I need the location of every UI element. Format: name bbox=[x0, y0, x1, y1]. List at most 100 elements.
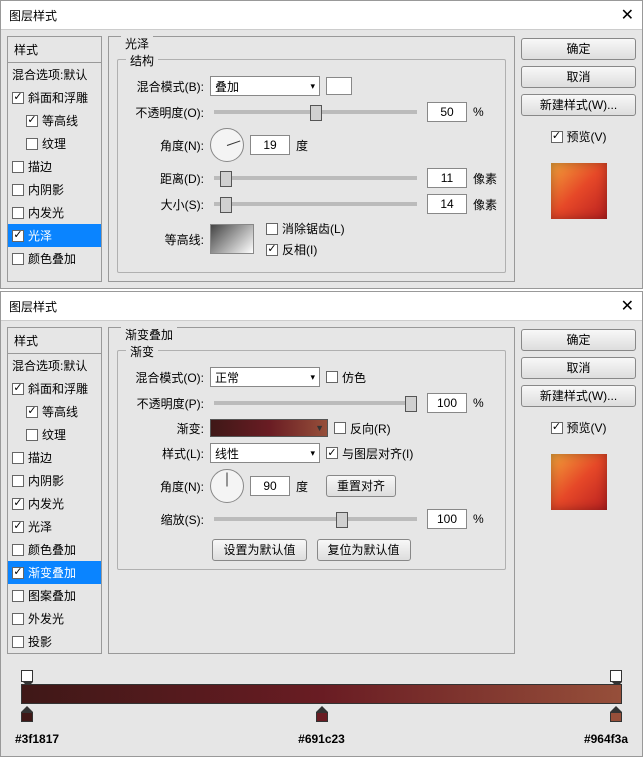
distance-label: 距离(D): bbox=[126, 170, 204, 187]
sidebar-item[interactable]: 渐变叠加 bbox=[8, 561, 101, 584]
sidebar-item[interactable]: 颜色叠加 bbox=[8, 247, 101, 270]
cancel-button[interactable]: 取消 bbox=[521, 357, 636, 379]
sidebar-item-label: 纹理 bbox=[42, 426, 66, 443]
right-panel: 确定 取消 新建样式(W)... 预览(V) bbox=[521, 36, 636, 282]
gradient-label: 渐变: bbox=[126, 420, 204, 437]
distance-input[interactable]: 11 bbox=[427, 168, 467, 188]
sidebar-item[interactable]: 纹理 bbox=[8, 423, 101, 446]
checkbox-icon bbox=[12, 636, 24, 648]
scale-input[interactable]: 100 bbox=[427, 509, 467, 529]
size-input[interactable]: 14 bbox=[427, 194, 467, 214]
gradient-picker[interactable]: ▼ bbox=[210, 419, 328, 437]
cancel-button[interactable]: 取消 bbox=[521, 66, 636, 88]
dither-checkbox[interactable]: 仿色 bbox=[326, 369, 366, 386]
contour-picker[interactable] bbox=[210, 224, 254, 254]
color-stop[interactable] bbox=[316, 706, 328, 720]
sidebar-item[interactable]: 内发光 bbox=[8, 201, 101, 224]
right-panel: 确定 取消 新建样式(W)... 预览(V) bbox=[521, 327, 636, 654]
sidebar-header[interactable]: 样式 bbox=[8, 328, 101, 354]
blend-mode-label: 混合模式(O): bbox=[126, 369, 204, 386]
reset-align-button[interactable]: 重置对齐 bbox=[326, 475, 396, 497]
align-checkbox[interactable]: 与图层对齐(I) bbox=[326, 445, 413, 462]
color-swatch[interactable] bbox=[326, 77, 352, 95]
opacity-stop[interactable] bbox=[21, 670, 33, 682]
sidebar-item[interactable]: 光泽 bbox=[8, 515, 101, 538]
opacity-slider[interactable] bbox=[214, 110, 417, 114]
reverse-checkbox[interactable]: 反向(R) bbox=[334, 420, 391, 437]
preview-checkbox[interactable]: 预览(V) bbox=[521, 419, 636, 436]
close-icon[interactable]: ✕ bbox=[621, 296, 634, 316]
blend-options-row[interactable]: 混合选项:默认 bbox=[8, 354, 101, 377]
chevron-down-icon: ▾ bbox=[310, 81, 315, 92]
checkbox-icon bbox=[266, 244, 278, 256]
sidebar-item[interactable]: 内阴影 bbox=[8, 469, 101, 492]
sidebar-item[interactable]: 图案叠加 bbox=[8, 584, 101, 607]
sidebar-item[interactable]: 等高线 bbox=[8, 109, 101, 132]
distance-unit: 像素 bbox=[473, 170, 497, 187]
opacity-stop[interactable] bbox=[610, 670, 622, 682]
contour-label: 等高线: bbox=[126, 231, 204, 248]
angle-input[interactable]: 90 bbox=[250, 476, 290, 496]
sidebar-item[interactable]: 描边 bbox=[8, 155, 101, 178]
antialias-checkbox[interactable]: 消除锯齿(L) bbox=[266, 220, 345, 237]
color-stop[interactable] bbox=[610, 706, 622, 720]
blend-mode-select[interactable]: 正常▾ bbox=[210, 367, 320, 387]
checkbox-icon bbox=[551, 422, 563, 434]
angle-dial[interactable] bbox=[210, 469, 244, 503]
sidebar-item-label: 投影 bbox=[28, 633, 52, 650]
distance-slider[interactable] bbox=[214, 176, 417, 180]
chevron-down-icon: ▾ bbox=[310, 448, 315, 459]
invert-checkbox[interactable]: 反相(I) bbox=[266, 241, 345, 258]
angle-unit: 度 bbox=[296, 478, 320, 495]
checkbox-icon bbox=[12, 452, 24, 464]
ok-button[interactable]: 确定 bbox=[521, 329, 636, 351]
sidebar-item[interactable]: 纹理 bbox=[8, 132, 101, 155]
sidebar-item[interactable]: 颜色叠加 bbox=[8, 538, 101, 561]
checkbox-icon bbox=[266, 223, 278, 235]
checkbox-icon bbox=[12, 567, 24, 579]
blend-mode-select[interactable]: 叠加▾ bbox=[210, 76, 320, 96]
sidebar-item-label: 外发光 bbox=[28, 610, 64, 627]
preview-thumbnail bbox=[551, 163, 607, 219]
blend-options-row[interactable]: 混合选项:默认 bbox=[8, 63, 101, 86]
sidebar-item[interactable]: 等高线 bbox=[8, 400, 101, 423]
close-icon[interactable]: ✕ bbox=[621, 5, 634, 25]
sidebar-item[interactable]: 描边 bbox=[8, 446, 101, 469]
sidebar-item[interactable]: 内发光 bbox=[8, 492, 101, 515]
opacity-input[interactable]: 100 bbox=[427, 393, 467, 413]
color-stop[interactable] bbox=[21, 706, 33, 720]
sidebar-item[interactable]: 投影 bbox=[8, 630, 101, 653]
checkbox-icon bbox=[12, 498, 24, 510]
sidebar-header[interactable]: 样式 bbox=[8, 37, 101, 63]
checkbox-icon bbox=[334, 422, 346, 434]
checkbox-icon bbox=[26, 138, 38, 150]
sidebar-item[interactable]: 斜面和浮雕 bbox=[8, 377, 101, 400]
scale-slider[interactable] bbox=[214, 517, 417, 521]
angle-label: 角度(N): bbox=[126, 137, 204, 154]
opacity-slider[interactable] bbox=[214, 401, 417, 405]
sidebar-item[interactable]: 内阴影 bbox=[8, 178, 101, 201]
angle-dial[interactable] bbox=[210, 128, 244, 162]
make-default-button[interactable]: 设置为默认值 bbox=[212, 539, 306, 561]
size-label: 大小(S): bbox=[126, 196, 204, 213]
panel-title: 渐变叠加 bbox=[121, 326, 177, 343]
gradient-bar[interactable] bbox=[21, 684, 622, 704]
preview-checkbox[interactable]: 预览(V) bbox=[521, 128, 636, 145]
opacity-input[interactable]: 50 bbox=[427, 102, 467, 122]
sidebar-item[interactable]: 斜面和浮雕 bbox=[8, 86, 101, 109]
new-style-button[interactable]: 新建样式(W)... bbox=[521, 385, 636, 407]
reset-default-button[interactable]: 复位为默认值 bbox=[317, 539, 411, 561]
gradient-stop-label: #3f1817 bbox=[15, 732, 59, 746]
angle-input[interactable]: 19 bbox=[250, 135, 290, 155]
sidebar-item-label: 等高线 bbox=[42, 112, 78, 129]
style-select[interactable]: 线性▾ bbox=[210, 443, 320, 463]
blend-mode-label: 混合模式(B): bbox=[126, 78, 204, 95]
sidebar-item[interactable]: 光泽 bbox=[8, 224, 101, 247]
ok-button[interactable]: 确定 bbox=[521, 38, 636, 60]
sidebar-item[interactable]: 外发光 bbox=[8, 607, 101, 630]
sidebar-item-label: 内阴影 bbox=[28, 181, 64, 198]
checkbox-icon bbox=[12, 184, 24, 196]
size-slider[interactable] bbox=[214, 202, 417, 206]
new-style-button[interactable]: 新建样式(W)... bbox=[521, 94, 636, 116]
layer-style-dialog-satin: 图层样式 ✕ 样式 混合选项:默认 斜面和浮雕等高线纹理描边内阴影内发光光泽颜色… bbox=[0, 0, 643, 289]
